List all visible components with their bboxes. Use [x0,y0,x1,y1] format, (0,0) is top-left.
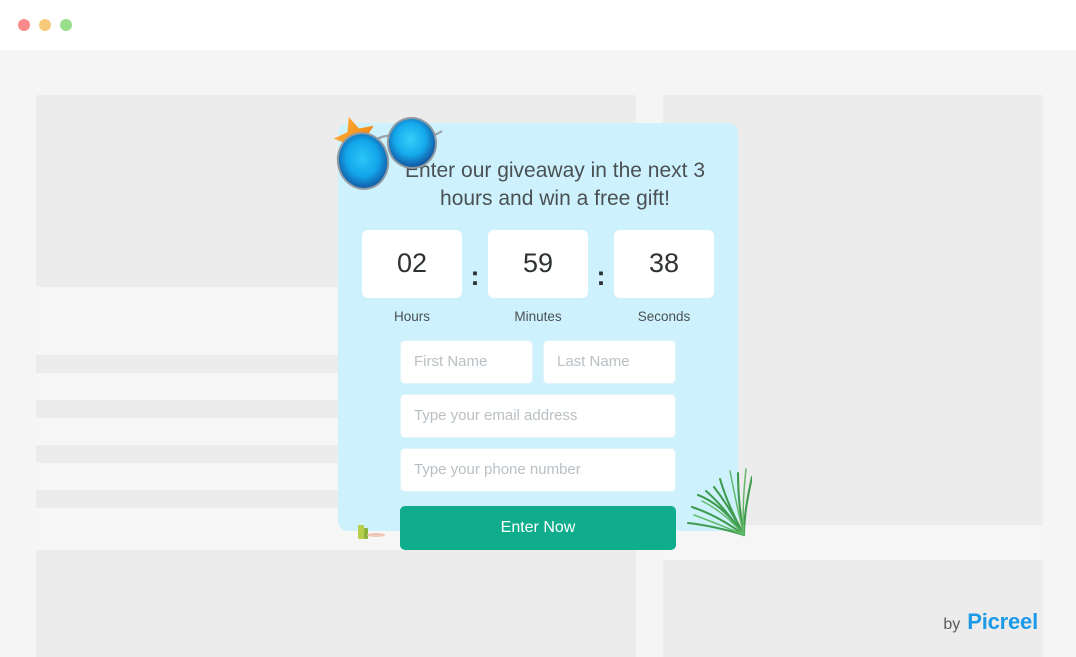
countdown-separator: : [470,260,480,291]
traffic-lights [18,19,72,31]
minimize-window-icon[interactable] [39,19,51,31]
last-name-input[interactable] [543,339,676,384]
email-input[interactable] [400,393,676,438]
countdown-seconds: 38 Seconds [614,229,714,324]
first-name-input[interactable] [400,339,533,384]
maximize-window-icon[interactable] [60,19,72,31]
picreel-branding: by Picreel [943,609,1038,635]
name-row [400,339,676,384]
countdown-seconds-value: 38 [614,229,714,298]
countdown-hours: 02 Hours [362,229,462,324]
close-window-icon[interactable] [18,19,30,31]
signup-form: Enter Now [362,339,714,550]
popup-headline: Enter our giveaway in the next 3 hours a… [404,159,705,211]
placeholder-image-block [36,550,636,657]
giveaway-popup: Enter our giveaway in the next 3 hours a… [333,116,752,550]
countdown-minutes: 59 Minutes [488,229,588,324]
countdown-seconds-label: Seconds [637,308,691,324]
countdown-minutes-label: Minutes [514,308,562,324]
countdown-separator: : [596,260,606,291]
phone-input[interactable] [400,447,676,492]
branding-prefix: by [943,616,961,633]
app-window: by Picreel Enter our giveaway in the nex… [0,0,1076,657]
countdown-timer: 02 Hours : 59 Minutes : 38 Seconds [362,229,714,324]
countdown-hours-value: 02 [362,229,462,298]
enter-now-button[interactable]: Enter Now [400,505,676,550]
countdown-minutes-value: 59 [488,229,588,298]
branding-name: Picreel [967,609,1038,634]
countdown-hours-label: Hours [393,308,430,324]
browser-chrome [0,0,1076,50]
